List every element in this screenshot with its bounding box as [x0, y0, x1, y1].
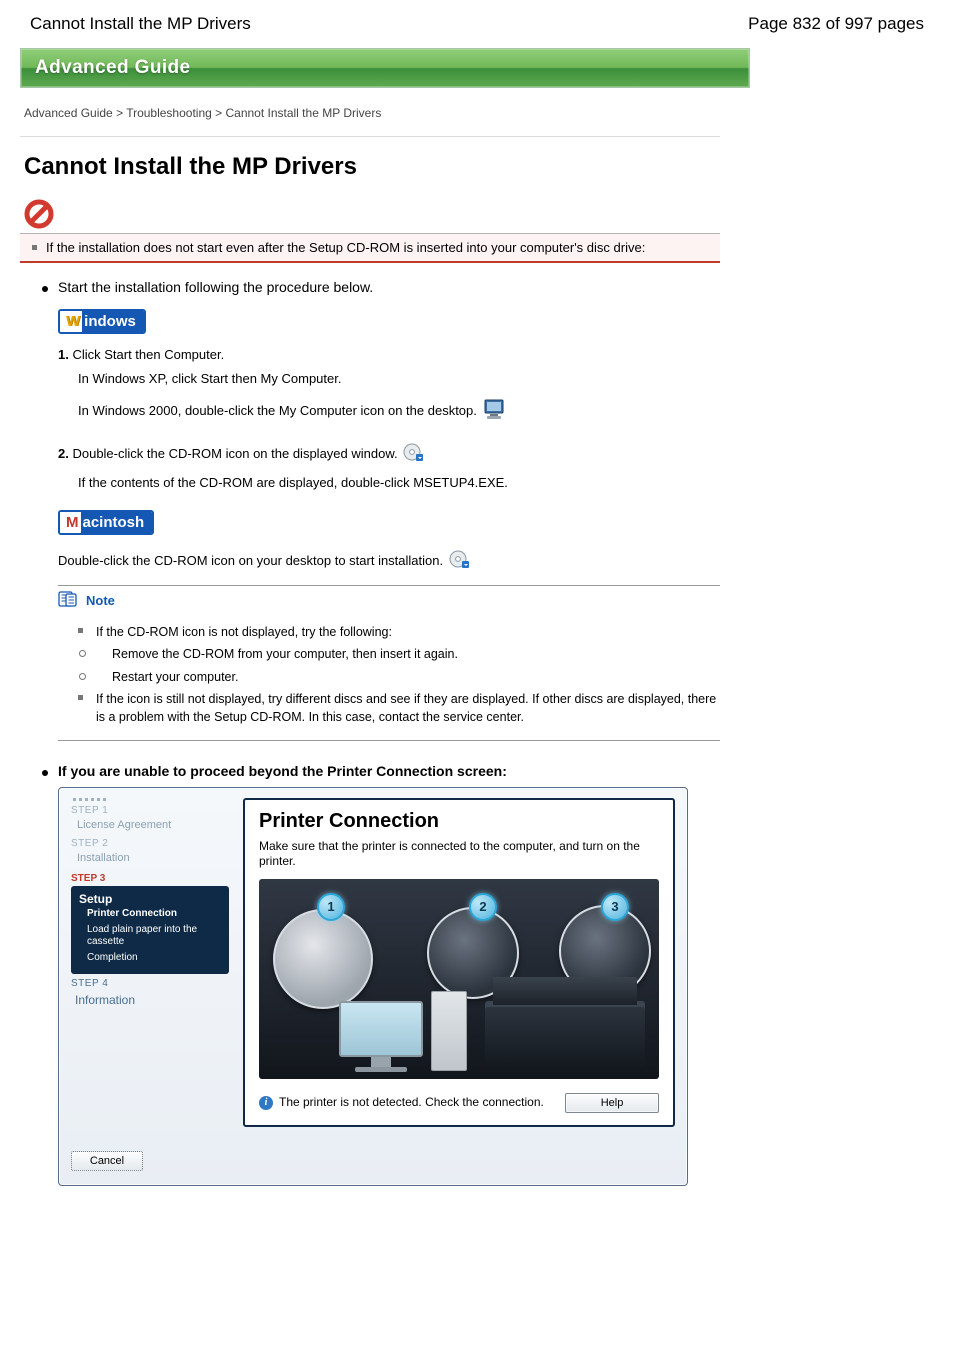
- windows-badge: W indows: [58, 309, 146, 334]
- divider: [20, 136, 720, 137]
- bullet-icon: [42, 770, 48, 776]
- sidebar-setup-title: Setup: [79, 892, 221, 906]
- help-button[interactable]: Help: [565, 1093, 659, 1113]
- step-badge-1: 1: [317, 893, 345, 921]
- page-title-right: Page 832 of 997 pages: [748, 14, 924, 34]
- windows-badge-rest: indows: [82, 311, 144, 332]
- sidebar-step2-item: Installation: [71, 849, 229, 867]
- sidebar-setup-box: Setup Printer Connection Load plain pape…: [71, 886, 229, 974]
- step-badge-2: 2: [469, 893, 497, 921]
- step-badge-3: 3: [601, 893, 629, 921]
- printer-graphic: [485, 1001, 645, 1071]
- dialog-main-panel: Printer Connection Make sure that the pr…: [243, 798, 675, 1127]
- windows-badge-lead: W: [60, 311, 82, 332]
- tower-graphic: [431, 991, 467, 1071]
- sidebar-step2-label: STEP 2: [71, 838, 229, 849]
- prohibit-icon: [24, 199, 720, 229]
- sidebar-step1-label: STEP 1: [71, 805, 229, 816]
- note-item-b: If the icon is still not displayed, try …: [78, 690, 720, 726]
- note-item-a2: Restart your computer.: [78, 668, 720, 686]
- cdrom-icon: [401, 440, 425, 469]
- note-item-a: If the CD-ROM icon is not displayed, try…: [78, 623, 720, 641]
- heading-cannot-install: Cannot Install the MP Drivers: [24, 153, 720, 181]
- status-message: The printer is not detected. Check the c…: [279, 1095, 544, 1110]
- win-step1: 1. Click Start then Computer.: [58, 346, 708, 364]
- zoom-circle-1: [273, 909, 373, 1009]
- note-heading: Note: [86, 593, 115, 608]
- section-bar-text: If the installation does not start even …: [46, 240, 645, 255]
- text-start-install: Start the installation following the pro…: [58, 279, 373, 295]
- breadcrumb: Advanced Guide > Troubleshooting > Canno…: [24, 106, 720, 120]
- dialog-sidebar: STEP 1 License Agreement STEP 2 Installa…: [71, 798, 229, 1127]
- dialog-illustration: 1 2 3: [259, 879, 659, 1079]
- my-computer-icon: [481, 397, 509, 428]
- info-icon: i: [259, 1096, 273, 1110]
- mac-step1: Double-click the CD-ROM icon on your des…: [58, 547, 708, 576]
- dialog-desc: Make sure that the printer is connected …: [259, 839, 659, 869]
- sidebar-step1-item: License Agreement: [71, 816, 229, 834]
- macintosh-badge: M acintosh: [58, 510, 154, 535]
- macintosh-badge-lead: M: [60, 512, 81, 533]
- advanced-guide-banner: Advanced Guide: [20, 48, 750, 88]
- macintosh-badge-rest: acintosh: [81, 512, 153, 533]
- win-after-cd: If the contents of the CD-ROM are displa…: [78, 474, 720, 492]
- note-icon: [58, 590, 78, 611]
- sidebar-step4-item: Information: [71, 989, 229, 1007]
- sidebar-setup-sub3: Completion: [79, 950, 221, 966]
- dialog-title: Printer Connection: [259, 810, 659, 833]
- page-title-left: Cannot Install the MP Drivers: [30, 14, 251, 34]
- win-step2: 2. Double-click the CD-ROM icon on the d…: [58, 440, 708, 469]
- text-stuck: If you are unable to proceed beyond the …: [58, 763, 507, 779]
- win-step1-sub: In Windows XP, click Start then My Compu…: [78, 370, 720, 388]
- sidebar-step4-label: STEP 4: [71, 978, 229, 989]
- sidebar-setup-sub2: Load plain paper into the cassette: [79, 922, 221, 950]
- printer-connection-dialog: STEP 1 License Agreement STEP 2 Installa…: [58, 787, 688, 1186]
- cdrom-icon: [447, 547, 471, 576]
- cancel-button[interactable]: Cancel: [71, 1151, 143, 1171]
- bullet-icon: [42, 286, 48, 292]
- sidebar-step3-label: STEP 3: [71, 873, 229, 884]
- monitor-graphic: [339, 1001, 423, 1071]
- sidebar-setup-sub1: Printer Connection: [79, 906, 221, 922]
- section-if-not-start: If the installation does not start even …: [20, 233, 720, 263]
- note-item-a1: Remove the CD-ROM from your computer, th…: [78, 645, 720, 663]
- note-box: Note If the CD-ROM icon is not displayed…: [58, 585, 720, 741]
- win-step1-2k: In Windows 2000, double-click the My Com…: [78, 397, 720, 428]
